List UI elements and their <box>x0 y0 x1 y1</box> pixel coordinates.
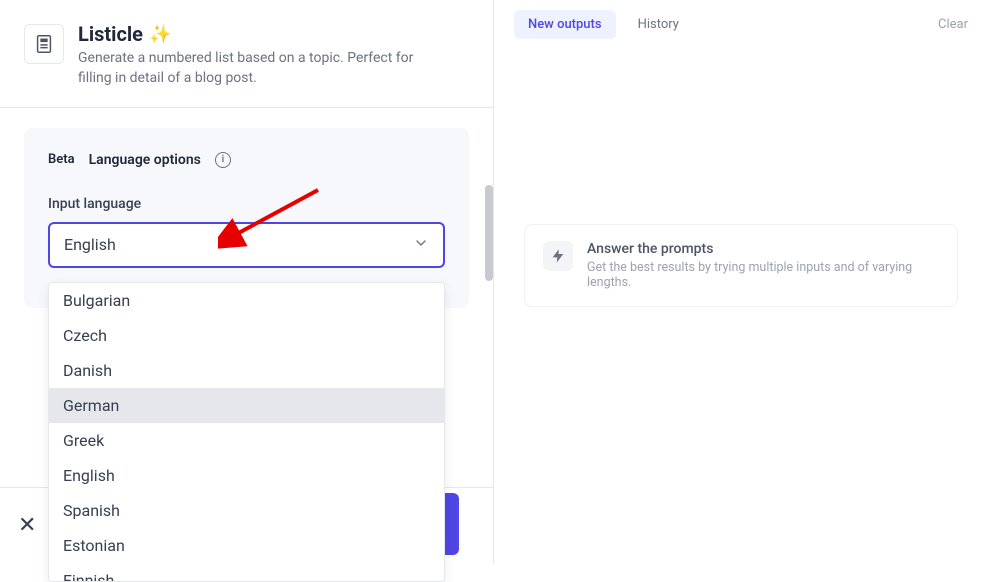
language-option[interactable]: Greek <box>49 423 444 458</box>
input-language-selected-value: English <box>64 235 116 254</box>
left-scrollbar-thumb[interactable] <box>485 185 493 281</box>
empty-state-title: Answer the prompts <box>587 241 939 257</box>
bolt-icon <box>543 241 573 271</box>
language-option[interactable]: Finnish <box>49 563 444 582</box>
language-option[interactable]: Estonian <box>49 528 444 563</box>
empty-state-card: Answer the prompts Get the best results … <box>524 224 958 307</box>
tab-history[interactable]: History <box>624 10 693 39</box>
input-language-label: Input language <box>48 196 445 212</box>
listicle-doc-icon <box>33 33 55 55</box>
template-title: Listicle <box>78 22 143 46</box>
right-panel: New outputs History Clear Answer the pro… <box>494 0 988 563</box>
template-description: Generate a numbered list based on a topi… <box>78 48 448 89</box>
language-option[interactable]: Bulgarian <box>49 283 444 318</box>
input-language-dropdown[interactable]: BulgarianCzechDanishGermanGreekEnglishSp… <box>48 282 445 582</box>
template-header: Listicle ✨ Generate a numbered list base… <box>0 0 493 108</box>
template-icon <box>24 24 64 64</box>
left-panel: Listicle ✨ Generate a numbered list base… <box>0 0 494 563</box>
language-option[interactable]: Czech <box>49 318 444 353</box>
language-option[interactable]: Danish <box>49 353 444 388</box>
chevron-down-icon <box>413 235 429 255</box>
language-option[interactable]: English <box>49 458 444 493</box>
input-language-select[interactable]: English <box>48 222 445 268</box>
sparkle-icon: ✨ <box>149 24 171 45</box>
language-option[interactable]: German <box>49 388 444 423</box>
language-options-label: Language options <box>89 152 201 168</box>
clear-button[interactable]: Clear <box>938 17 968 32</box>
empty-state-subtitle: Get the best results by trying multiple … <box>587 260 939 290</box>
info-icon[interactable]: i <box>215 152 231 168</box>
form-card: Beta Language options i Input language E… <box>24 128 469 308</box>
language-option[interactable]: Spanish <box>49 493 444 528</box>
output-tabs: New outputs History Clear <box>494 0 988 49</box>
tab-new-outputs[interactable]: New outputs <box>514 10 616 39</box>
beta-badge: Beta <box>48 152 75 167</box>
close-button[interactable]: ✕ <box>18 513 36 538</box>
